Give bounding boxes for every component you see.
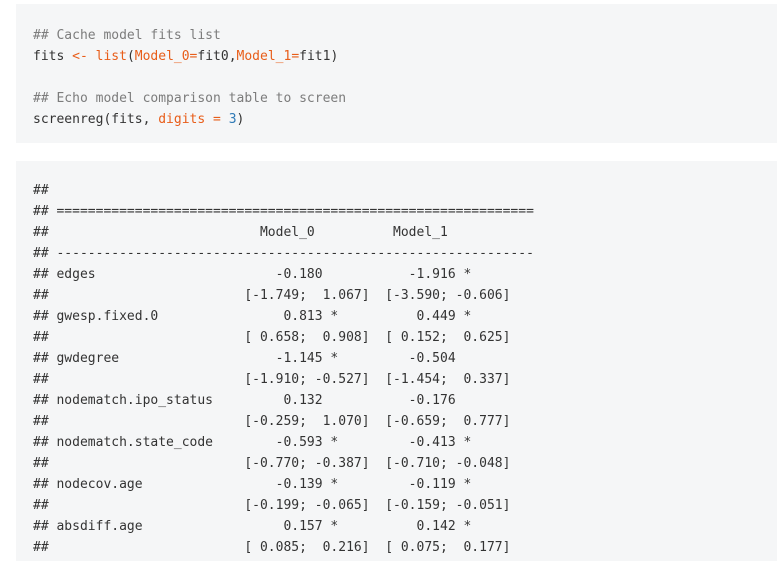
- output-line: ## [-0.770; -0.387] [-0.710; -0.048]: [33, 456, 511, 471]
- output-line: ##: [33, 183, 49, 198]
- output-line: ## gwdegree -1.145 * -0.504: [33, 351, 456, 366]
- code-token: digits: [158, 112, 206, 127]
- code-token: (: [126, 49, 135, 64]
- output-line: ## [-0.259; 1.070] [-0.659; 0.777]: [33, 414, 511, 429]
- code-comment: ## Echo model comparison table to screen: [33, 91, 347, 106]
- output-line: ## Model_0 Model_1: [33, 225, 448, 240]
- code-token: =: [213, 112, 221, 127]
- code-token: fit1): [299, 49, 339, 64]
- code-token: <-: [72, 49, 88, 64]
- output-line: ## nodematch.state_code -0.593 * -0.413 …: [33, 435, 472, 450]
- output-line: ## gwesp.fixed.0 0.813 * 0.449 *: [33, 309, 472, 324]
- code-token: list: [95, 49, 127, 64]
- code-block: ## Cache model fits list fits <- list(Mo…: [16, 4, 777, 143]
- code-comment: ## Cache model fits list: [33, 28, 221, 43]
- output-block: ## ## ==================================…: [16, 161, 777, 561]
- output-line: ## [-0.199; -0.065] [-0.159; -0.051]: [33, 498, 511, 513]
- output-line: ## [-1.749; 1.067] [-3.590; -0.606]: [33, 288, 511, 303]
- code-line-screenreg: screenreg(fits, digits = 3): [33, 109, 777, 130]
- output-line: ## =====================================…: [33, 204, 534, 219]
- output-line: ## nodecov.age -0.139 * -0.119 *: [33, 477, 472, 492]
- code-token: fits: [33, 49, 73, 64]
- output-line: ## [-1.910; -0.527] [-1.454; 0.337]: [33, 372, 511, 387]
- code-token: Model_1=: [236, 49, 300, 64]
- output-line: ## absdiff.age 0.157 * 0.142 *: [33, 519, 472, 534]
- code-token: ): [236, 112, 245, 127]
- code-token: fit0,: [197, 49, 237, 64]
- code-token: screenreg(fits,: [33, 112, 159, 127]
- code-token: 3: [228, 112, 237, 127]
- output-line: ## -------------------------------------…: [33, 246, 534, 261]
- output-line: ## [ 0.658; 0.908] [ 0.152; 0.625]: [33, 330, 511, 345]
- code-line-fits: fits <- list(Model_0=fit0,Model_1=fit1): [33, 46, 777, 67]
- output-line: ## [ 0.085; 0.216] [ 0.075; 0.177]: [33, 540, 511, 555]
- output-line: ## nodematch.ipo_status 0.132 -0.176: [33, 393, 456, 408]
- code-token: Model_0=: [134, 49, 198, 64]
- output-line: ## edges -0.180 -1.916 *: [33, 267, 472, 282]
